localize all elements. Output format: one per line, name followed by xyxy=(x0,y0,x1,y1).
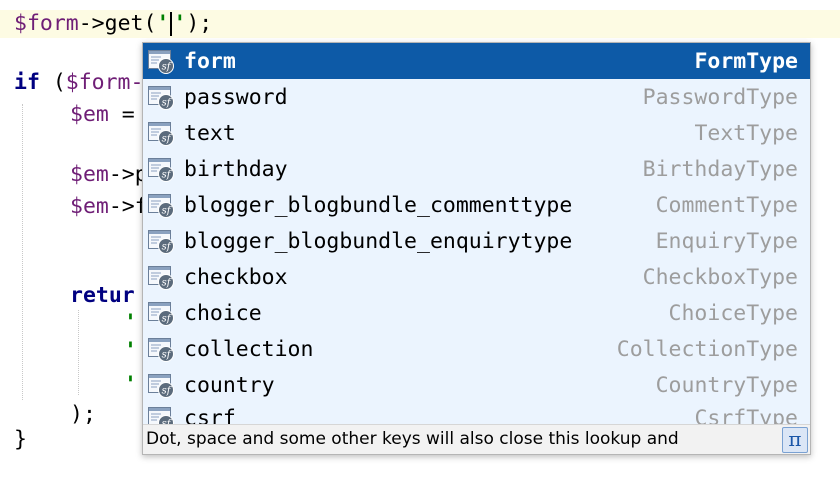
code-line-close-call[interactable]: ); xyxy=(70,401,96,429)
completion-item-type: PasswordType xyxy=(642,84,798,110)
symfony-form-type-icon: sf xyxy=(147,191,175,219)
code-line-current[interactable]: $form->get(' '); xyxy=(0,10,840,38)
code-variable: $form xyxy=(14,11,79,36)
code-assign: = xyxy=(108,102,135,127)
symfony-form-type-icon: sf xyxy=(147,335,175,363)
symfony-form-type-icon: sf xyxy=(147,404,175,425)
code-string-open: ' xyxy=(156,11,170,36)
completion-item-name: password xyxy=(184,84,288,110)
symfony-form-type-icon: sf xyxy=(147,155,175,183)
completion-item[interactable]: sf birthday BirthdayType xyxy=(143,151,810,187)
completion-lookup-popup[interactable]: sf form FormType sf password PasswordType sf te… xyxy=(142,42,811,455)
code-line-string-2[interactable]: ' xyxy=(124,337,137,365)
completion-item-type: TextType xyxy=(694,120,798,146)
pi-icon[interactable]: π xyxy=(782,427,808,453)
completion-item[interactable]: sf password PasswordType xyxy=(143,79,810,115)
completion-item-type: CommentType xyxy=(655,192,798,218)
completion-item-type: EnquiryType xyxy=(655,228,798,254)
completion-item-type: CheckboxType xyxy=(642,264,798,290)
lookup-hint-text: Dot, space and some other keys will also… xyxy=(146,429,679,449)
code-close-brace: } xyxy=(14,427,27,452)
symfony-form-type-icon: sf xyxy=(147,263,175,291)
code-line-close-brace[interactable]: } xyxy=(14,426,27,454)
completion-item-name: text xyxy=(184,120,236,146)
completion-item[interactable]: sf choice ChoiceType xyxy=(143,295,810,331)
code-keyword-return: retur xyxy=(70,283,135,308)
code-variable: $em xyxy=(70,102,109,127)
code-variable: $em xyxy=(70,194,109,219)
indent-guide xyxy=(78,310,79,395)
completion-item-name: choice xyxy=(184,300,262,326)
symfony-form-type-icon: sf xyxy=(147,299,175,327)
symfony-form-type-icon: sf xyxy=(147,371,175,399)
completion-item[interactable]: sf country CountryType xyxy=(143,367,810,403)
code-line-if[interactable]: if ($form- xyxy=(14,69,143,97)
completion-item-name: blogger_blogbundle_enquirytype xyxy=(184,228,573,254)
completion-list[interactable]: sf form FormType sf password PasswordType sf te… xyxy=(143,43,810,425)
lookup-hint-bar: Dot, space and some other keys will also… xyxy=(143,424,810,454)
completion-item[interactable]: sf csrf CsrfType xyxy=(143,403,810,425)
code-line-return[interactable]: retur xyxy=(70,282,135,310)
symfony-form-type-icon: sf xyxy=(147,47,175,75)
symfony-form-type-icon: sf xyxy=(147,119,175,147)
completion-item-name: birthday xyxy=(184,156,288,182)
symfony-form-type-icon: sf xyxy=(147,83,175,111)
completion-item-type: FormType xyxy=(694,48,798,74)
completion-item[interactable]: sf checkbox CheckboxType xyxy=(143,259,810,295)
symfony-form-type-icon: sf xyxy=(147,227,175,255)
completion-item-name: collection xyxy=(184,336,314,362)
completion-item-name: csrf xyxy=(184,405,236,426)
completion-item[interactable]: sf blogger_blogbundle_enquirytype EnquiryT… xyxy=(143,223,810,259)
completion-item-name: country xyxy=(184,372,275,398)
code-close-call: ); xyxy=(70,402,96,427)
code-string: ' xyxy=(124,310,137,335)
completion-item[interactable]: sf text TextType xyxy=(143,115,810,151)
code-line-string-1[interactable]: ' xyxy=(124,309,137,337)
completion-item-type: CountryType xyxy=(655,372,798,398)
code-variable: $form- xyxy=(65,70,144,95)
completion-item[interactable]: sf collection CollectionType xyxy=(143,331,810,367)
completion-item-type: ChoiceType xyxy=(668,300,798,326)
code-line-em-persist[interactable]: $em->p xyxy=(70,161,148,189)
code-string: ' xyxy=(124,338,137,363)
indent-guide xyxy=(22,104,23,400)
code-line-em[interactable]: $em = xyxy=(70,101,135,129)
completion-item-name: form xyxy=(184,48,236,74)
completion-item-type: BirthdayType xyxy=(642,156,798,182)
completion-item-name: checkbox xyxy=(184,264,288,290)
code-keyword-if: if xyxy=(14,70,40,95)
code-operator: ->get( xyxy=(78,11,157,36)
completion-item-name: blogger_blogbundle_commenttype xyxy=(184,192,573,218)
code-line-em-flush[interactable]: $em->f xyxy=(70,193,148,221)
completion-item-type: CsrfType xyxy=(694,405,798,426)
code-string-close: ' xyxy=(173,11,187,36)
code-line-end: ); xyxy=(186,11,213,36)
completion-item[interactable]: sf blogger_blogbundle_commenttype CommentT… xyxy=(143,187,810,223)
code-variable: $em xyxy=(70,162,109,187)
code-string: ' xyxy=(124,372,137,397)
code-paren: ( xyxy=(39,70,66,95)
code-line-string-3[interactable]: ' xyxy=(124,371,137,399)
completion-item[interactable]: sf form FormType xyxy=(143,43,810,79)
completion-item-type: CollectionType xyxy=(616,336,798,362)
